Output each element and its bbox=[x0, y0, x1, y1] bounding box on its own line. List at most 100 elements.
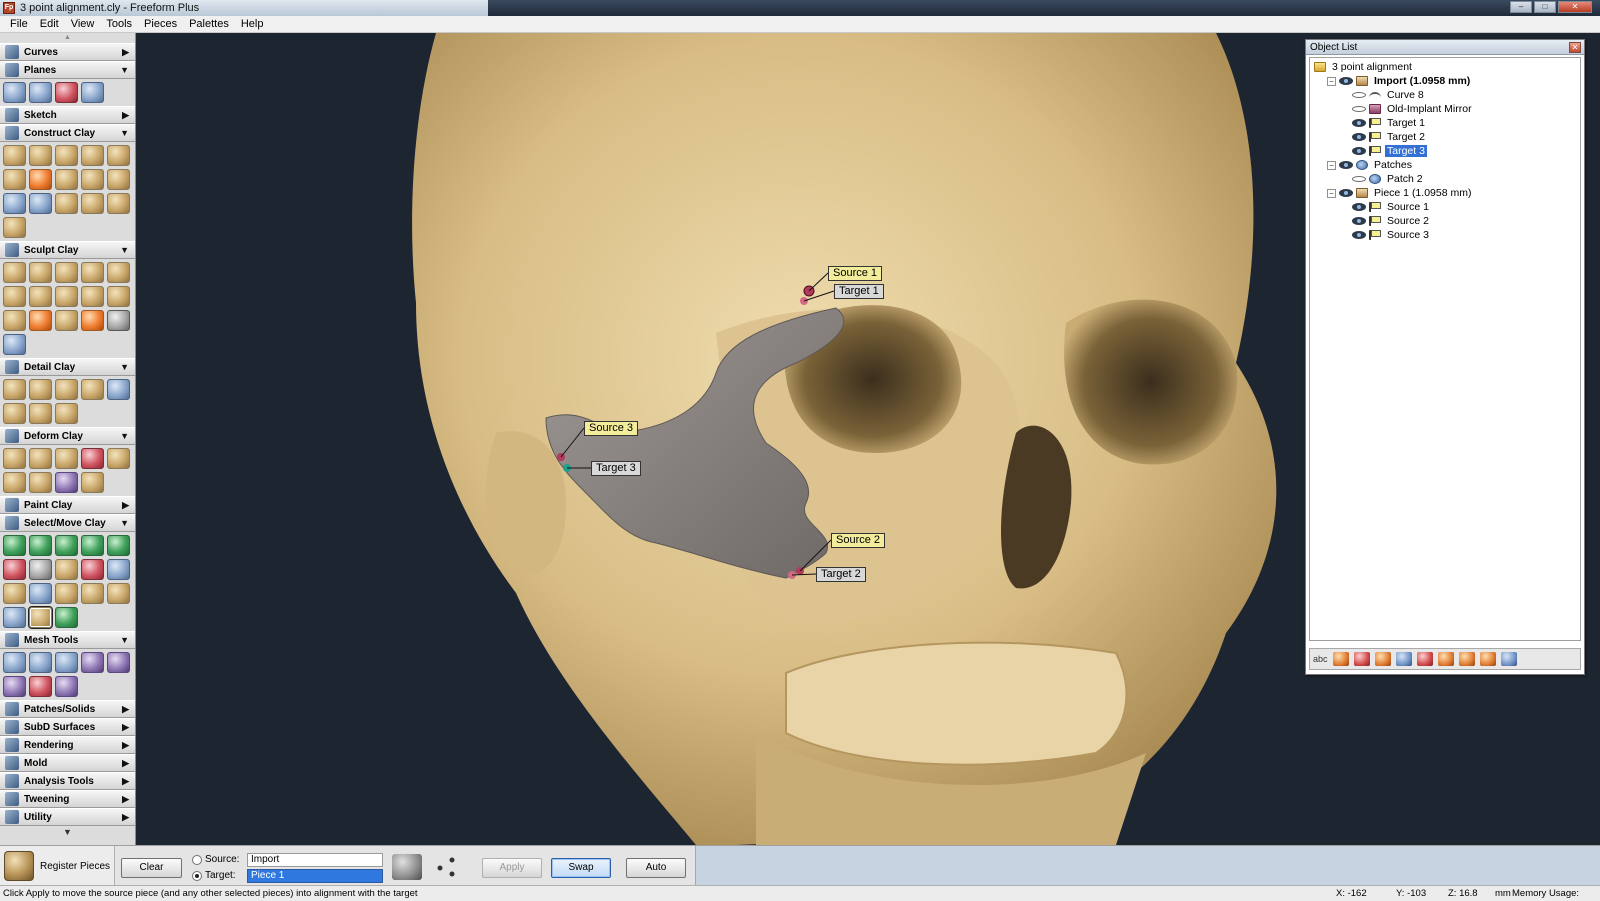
patch-tool-icon[interactable] bbox=[1395, 652, 1412, 666]
palette-scroll-down[interactable]: ▼ bbox=[0, 826, 135, 838]
layer-tool-icon[interactable] bbox=[1353, 652, 1370, 666]
tree-node[interactable]: Source 2 bbox=[1310, 214, 1580, 228]
planes-tool-2-icon[interactable] bbox=[29, 82, 52, 103]
sculpt-clay-tool-13-icon[interactable] bbox=[55, 310, 78, 331]
clear-button[interactable]: Clear bbox=[121, 858, 182, 878]
eye-icon[interactable] bbox=[1352, 119, 1366, 127]
detail-clay-tool-6-icon[interactable] bbox=[3, 403, 26, 424]
eye-icon[interactable] bbox=[1352, 231, 1366, 239]
construct-clay-tool-10-icon[interactable] bbox=[107, 169, 130, 190]
tree-node[interactable]: Source 1 bbox=[1310, 200, 1580, 214]
tree-node[interactable]: Old-Implant Mirror bbox=[1310, 102, 1580, 116]
source-radio[interactable] bbox=[192, 854, 202, 865]
palette-category-sketch[interactable]: Sketch ▶ bbox=[0, 106, 135, 124]
auto-button[interactable]: Auto bbox=[626, 858, 686, 878]
mesh-tools-tool-4-icon[interactable] bbox=[81, 652, 104, 673]
eye-icon[interactable] bbox=[1339, 161, 1353, 169]
palette-category-construct-clay[interactable]: Construct Clay ▼ bbox=[0, 124, 135, 142]
minimize-button[interactable]: – bbox=[1510, 1, 1532, 13]
select-move-clay-tool-11-icon[interactable] bbox=[3, 583, 26, 604]
select-move-clay-tool-15-icon[interactable] bbox=[107, 583, 130, 604]
tree-node[interactable]: Source 3 bbox=[1310, 228, 1580, 242]
palette-category-planes[interactable]: Planes ▼ bbox=[0, 61, 135, 79]
eye-icon[interactable] bbox=[1339, 189, 1353, 197]
mesh-tools-tool-8-icon[interactable] bbox=[55, 676, 78, 697]
deform-clay-tool-8-icon[interactable] bbox=[55, 472, 78, 493]
planes-tool-1-icon[interactable] bbox=[3, 82, 26, 103]
mesh-tools-tool-2-icon[interactable] bbox=[29, 652, 52, 673]
detail-clay-tool-3-icon[interactable] bbox=[55, 379, 78, 400]
select-move-clay-tool-17-icon[interactable] bbox=[28, 606, 53, 629]
construct-clay-tool-3-icon[interactable] bbox=[55, 145, 78, 166]
sculpt-clay-tool-1-icon[interactable] bbox=[3, 262, 26, 283]
planes-tool-4-icon[interactable] bbox=[81, 82, 104, 103]
three-points-icon[interactable] bbox=[432, 854, 460, 880]
construct-clay-tool-9-icon[interactable] bbox=[81, 169, 104, 190]
select-move-clay-tool-13-icon[interactable] bbox=[55, 583, 78, 604]
sculpt-clay-tool-2-icon[interactable] bbox=[29, 262, 52, 283]
construct-clay-tool-6-icon[interactable] bbox=[3, 169, 26, 190]
move-tool-icon[interactable] bbox=[1479, 652, 1496, 666]
menu-help[interactable]: Help bbox=[235, 18, 270, 30]
collapse-icon[interactable]: − bbox=[1327, 188, 1336, 198]
deform-clay-tool-4-icon[interactable] bbox=[81, 448, 104, 469]
maximize-button[interactable]: □ bbox=[1534, 1, 1556, 13]
tree-node[interactable]: Target 1 bbox=[1310, 116, 1580, 130]
sculpt-clay-tool-14-icon[interactable] bbox=[81, 310, 104, 331]
deform-clay-tool-6-icon[interactable] bbox=[3, 472, 26, 493]
tree-node[interactable]: Target 3 bbox=[1310, 144, 1580, 158]
menu-edit[interactable]: Edit bbox=[34, 18, 65, 30]
palette-category-sculpt-clay[interactable]: Sculpt Clay ▼ bbox=[0, 241, 135, 259]
sculpt-clay-tool-16-icon[interactable] bbox=[3, 334, 26, 355]
collapse-icon[interactable]: − bbox=[1327, 76, 1336, 86]
palette-category-rendering[interactable]: Rendering ▶ bbox=[0, 736, 135, 754]
tree-node[interactable]: − Piece 1 (1.0958 mm) bbox=[1310, 186, 1580, 200]
construct-clay-tool-2-icon[interactable] bbox=[29, 145, 52, 166]
sculpt-clay-tool-11-icon[interactable] bbox=[3, 310, 26, 331]
tree-node[interactable]: Target 2 bbox=[1310, 130, 1580, 144]
plane-tool-icon[interactable] bbox=[1458, 652, 1475, 666]
construct-clay-tool-12-icon[interactable] bbox=[29, 193, 52, 214]
menu-file[interactable]: File bbox=[4, 18, 34, 30]
menu-pieces[interactable]: Pieces bbox=[138, 18, 183, 30]
palette-category-utility[interactable]: Utility ▶ bbox=[0, 808, 135, 826]
construct-clay-tool-7-icon[interactable] bbox=[29, 169, 52, 190]
menu-palettes[interactable]: Palettes bbox=[183, 18, 235, 30]
pick-pieces-icon[interactable] bbox=[392, 854, 422, 880]
select-move-clay-tool-2-icon[interactable] bbox=[29, 535, 52, 556]
select-move-clay-tool-10-icon[interactable] bbox=[107, 559, 130, 580]
eye-icon[interactable] bbox=[1339, 77, 1353, 85]
detail-clay-tool-2-icon[interactable] bbox=[29, 379, 52, 400]
sculpt-clay-tool-4-icon[interactable] bbox=[81, 262, 104, 283]
construct-clay-tool-8-icon[interactable] bbox=[55, 169, 78, 190]
detail-clay-tool-1-icon[interactable] bbox=[3, 379, 26, 400]
mirror-tool-icon[interactable] bbox=[1416, 652, 1433, 666]
palette-category-mold[interactable]: Mold ▶ bbox=[0, 754, 135, 772]
eye-closed-icon[interactable] bbox=[1352, 176, 1366, 182]
construct-clay-tool-4-icon[interactable] bbox=[81, 145, 104, 166]
select-move-clay-tool-12-icon[interactable] bbox=[29, 583, 52, 604]
sculpt-clay-tool-3-icon[interactable] bbox=[55, 262, 78, 283]
sculpt-clay-tool-15-icon[interactable] bbox=[107, 310, 130, 331]
target-radio[interactable] bbox=[192, 870, 202, 881]
deform-clay-tool-9-icon[interactable] bbox=[81, 472, 104, 493]
close-button[interactable]: ✕ bbox=[1558, 1, 1592, 13]
deform-clay-tool-1-icon[interactable] bbox=[3, 448, 26, 469]
swap-button[interactable]: Swap bbox=[551, 858, 611, 878]
tree-node[interactable]: − Patches bbox=[1310, 158, 1580, 172]
source-field[interactable]: Import bbox=[247, 852, 383, 867]
construct-clay-tool-13-icon[interactable] bbox=[55, 193, 78, 214]
axis-tool-icon[interactable] bbox=[1374, 652, 1391, 666]
select-move-clay-tool-4-icon[interactable] bbox=[81, 535, 104, 556]
construct-clay-tool-14-icon[interactable] bbox=[81, 193, 104, 214]
sculpt-clay-tool-7-icon[interactable] bbox=[29, 286, 52, 307]
detail-clay-tool-8-icon[interactable] bbox=[55, 403, 78, 424]
palette-category-select-move-clay[interactable]: Select/Move Clay ▼ bbox=[0, 514, 135, 532]
select-move-clay-tool-5-icon[interactable] bbox=[107, 535, 130, 556]
eye-icon[interactable] bbox=[1352, 133, 1366, 141]
construct-clay-tool-1-icon[interactable] bbox=[3, 145, 26, 166]
select-move-clay-tool-16-icon[interactable] bbox=[3, 607, 26, 628]
eye-icon[interactable] bbox=[1352, 147, 1366, 155]
palette-category-paint-clay[interactable]: Paint Clay ▶ bbox=[0, 496, 135, 514]
detail-clay-tool-4-icon[interactable] bbox=[81, 379, 104, 400]
